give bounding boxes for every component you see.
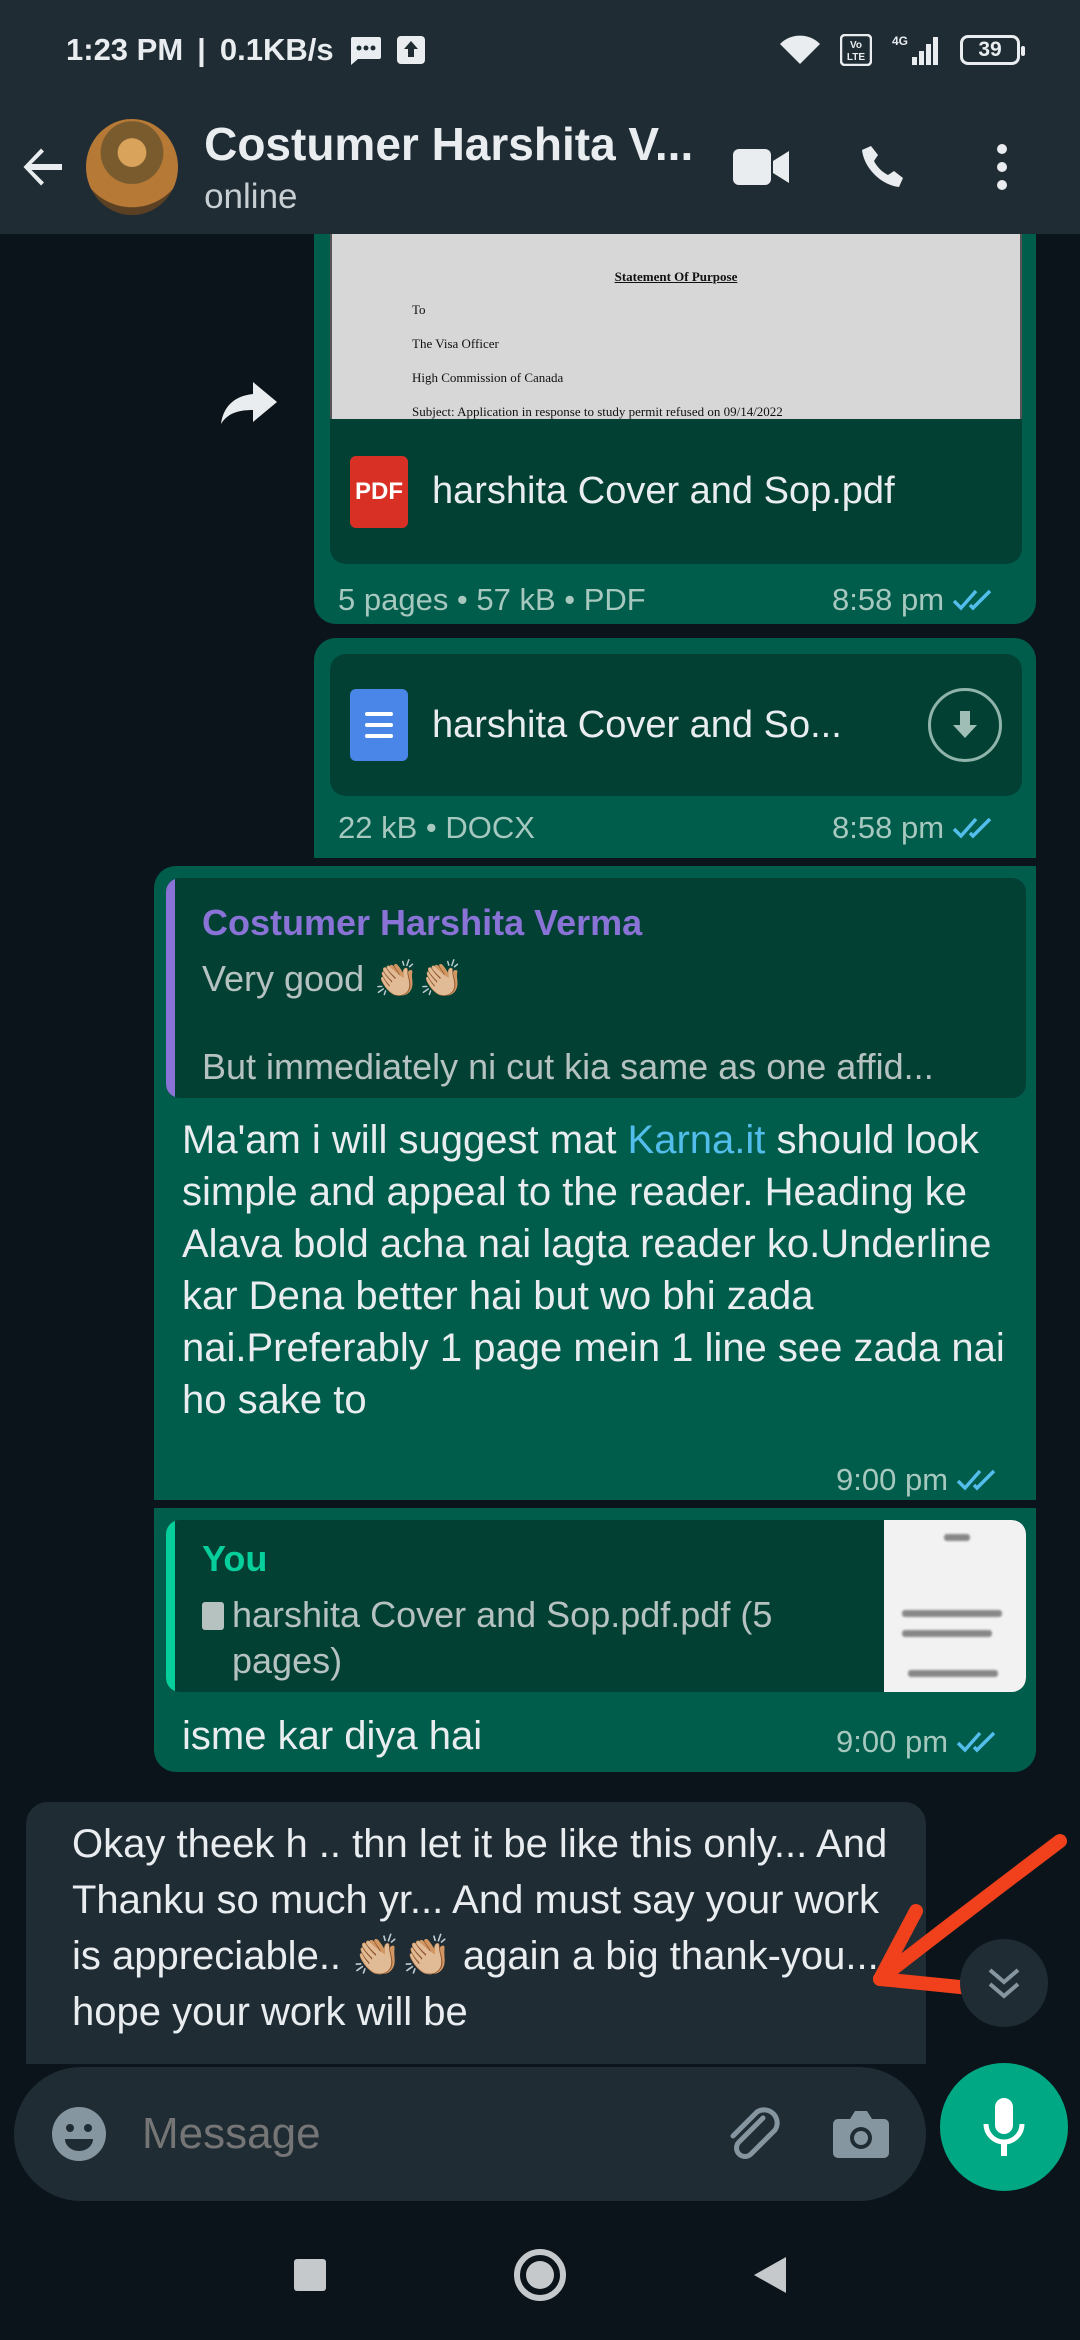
square-icon — [294, 2259, 326, 2291]
file-meta: 5 pages • 57 kB • PDF — [338, 582, 646, 617]
header-actions — [702, 117, 1080, 217]
attach-button[interactable] — [718, 2099, 788, 2169]
bubble-gap — [314, 858, 1036, 866]
status-bar-right: Vo LTE 4G 39 — [778, 33, 1025, 67]
volte-icon: Vo LTE — [840, 34, 872, 66]
voice-call-button[interactable] — [822, 117, 942, 217]
svg-text:4G: 4G — [892, 34, 908, 48]
forward-icon — [221, 382, 277, 424]
file-name: harshita Cover and So... — [432, 703, 842, 746]
download-icon — [953, 711, 977, 738]
svg-text:LTE: LTE — [847, 52, 865, 63]
quote-bar — [166, 878, 175, 1098]
chat-area[interactable]: Statement Of Purpose To The Visa Officer… — [0, 234, 1080, 2064]
preview-line: The Visa Officer — [412, 336, 499, 351]
scroll-to-bottom-button[interactable] — [960, 1939, 1048, 2027]
document-icon — [202, 1602, 224, 1630]
message-text: Okay theek h .. thn let it be like this … — [72, 1822, 901, 2034]
quoted-sender: You — [202, 1538, 268, 1579]
video-call-button[interactable] — [702, 117, 822, 217]
forward-button[interactable] — [210, 364, 288, 442]
more-options-button[interactable] — [942, 117, 1062, 217]
message-text-part: Ma'am i will suggest mat — [182, 1118, 628, 1162]
status-bar-left: 1:23 PM | 0.1KB/s — [66, 32, 426, 68]
download-button[interactable] — [928, 688, 1002, 762]
file-meta: 22 kB • DOCX — [338, 810, 535, 845]
preview-line: High Commission of Canada — [412, 370, 564, 385]
message-text: Ma'am i will suggest mat Karna.it should… — [182, 1114, 1012, 1426]
signal-icon: 4G — [890, 33, 942, 67]
more-vertical-icon — [997, 144, 1007, 190]
pdf-thumbnail — [884, 1520, 1026, 1692]
document-file-icon — [350, 689, 408, 761]
battery-icon: 39 — [960, 35, 1025, 65]
message-time: 8:58 pm — [832, 582, 996, 618]
quoted-message[interactable]: Costumer Harshita Verma Very good 👏🏼👏🏼 B… — [166, 878, 1026, 1098]
contact-info[interactable]: Costumer Harshita V... online — [204, 117, 702, 217]
camera-button[interactable] — [826, 2099, 896, 2169]
time-label: 8:58 pm — [832, 582, 945, 617]
back-button[interactable] — [0, 100, 86, 234]
message-time: 9:00 pm — [836, 1462, 1000, 1498]
pdf-file-card[interactable]: PDF harshita Cover and Sop.pdf — [330, 419, 1022, 564]
time-label: 9:00 pm — [836, 1724, 949, 1759]
emoji-button[interactable] — [44, 2099, 114, 2169]
bubble-gap — [154, 1500, 1036, 1508]
message-time: 8:58 pm — [832, 810, 996, 846]
read-ticks-icon — [952, 817, 992, 839]
phone-icon — [862, 146, 903, 187]
circle-icon — [514, 2249, 566, 2301]
upload-notification-icon — [396, 35, 426, 65]
contact-name: Costumer Harshita V... — [204, 118, 694, 170]
battery-level: 39 — [978, 38, 1002, 61]
double-chevron-down-icon — [988, 1968, 1020, 1999]
preview-line: To — [412, 302, 426, 317]
quote-bar — [166, 1520, 175, 1692]
contact-status: online — [204, 177, 298, 216]
time-label: 9:00 pm — [836, 1462, 949, 1497]
microphone-icon — [983, 2098, 1025, 2156]
file-name: harshita Cover and Sop.pdf — [432, 470, 895, 512]
quoted-line: But immediately ni cut kia same as one a… — [202, 1046, 934, 1087]
system-navigation-bar — [0, 2210, 1080, 2340]
wifi-icon — [778, 34, 822, 66]
quoted-message[interactable]: You harshita Cover and Sop.pdf.pdf (5 pa… — [166, 1520, 1026, 1692]
message-composer — [14, 2067, 926, 2201]
recents-button[interactable] — [270, 2235, 350, 2315]
read-ticks-icon — [956, 1469, 996, 1491]
message-input[interactable] — [142, 2109, 702, 2159]
docx-file-card[interactable]: harshita Cover and So... — [330, 654, 1022, 796]
camera-icon — [833, 2111, 889, 2158]
paperclip-icon — [730, 2107, 780, 2159]
status-separator: | — [197, 32, 206, 67]
video-camera-icon — [733, 149, 789, 185]
preview-title: Statement Of Purpose — [614, 269, 738, 284]
sms-notification-icon — [348, 35, 382, 65]
read-ticks-icon — [956, 1731, 996, 1753]
quoted-line: Very good 👏🏼👏🏼 — [202, 958, 464, 999]
time-label: 8:58 pm — [832, 810, 945, 845]
voice-record-button[interactable] — [940, 2063, 1068, 2191]
message-text: isme kar diya hai — [182, 1714, 483, 1758]
status-bar: 1:23 PM | 0.1KB/s Vo LTE 4G 39 — [0, 0, 1080, 100]
quoted-file: harshita Cover and Sop.pdf.pdf (5 pages) — [232, 1594, 773, 1681]
preview-line: Subject: Application in response to stud… — [412, 404, 783, 419]
message-time: 9:00 pm — [836, 1724, 1000, 1760]
network-speed: 0.1KB/s — [219, 32, 334, 67]
triangle-back-icon — [754, 2257, 786, 2293]
emoji-icon — [52, 2107, 106, 2161]
svg-text:Vo: Vo — [850, 40, 862, 51]
chat-header: Costumer Harshita V... online — [0, 100, 1080, 234]
quoted-sender: Costumer Harshita Verma — [202, 902, 643, 943]
avatar[interactable] — [86, 119, 179, 215]
back-arrow-icon — [23, 148, 63, 186]
status-time: 1:23 PM — [66, 32, 184, 67]
pdf-file-icon: PDF — [350, 455, 408, 528]
message-text-part: should look simple and appeal to the rea… — [182, 1118, 1005, 1422]
message-link[interactable]: Karna.it — [628, 1118, 766, 1162]
back-nav-button[interactable] — [730, 2235, 810, 2315]
home-button[interactable] — [500, 2235, 580, 2315]
read-ticks-icon — [952, 589, 992, 611]
pdf-preview[interactable]: Statement Of Purpose To The Visa Officer… — [330, 234, 1022, 419]
